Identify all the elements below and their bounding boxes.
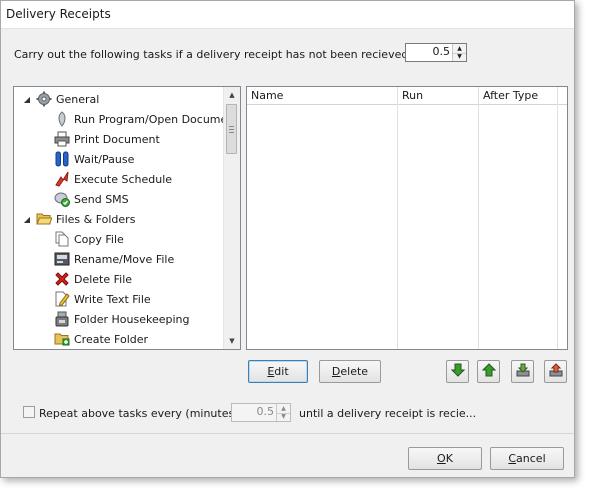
tree-item-label: Run Program/Open Document [74, 112, 239, 126]
ok-button[interactable]: OK [408, 447, 482, 470]
delete-mnemonic: D [331, 365, 341, 378]
scroll-thumb[interactable] [226, 104, 237, 154]
tree-item-label: Write Text File [74, 292, 151, 306]
dialog-footer [1, 434, 574, 477]
tree-item-copy-file[interactable]: Copy File [54, 229, 124, 249]
tree-group-label: General [56, 92, 100, 106]
edit-button[interactable]: Edit [248, 360, 308, 383]
scroll-down-arrow-icon[interactable]: ▼ [224, 334, 240, 348]
grid-header: Name Run After Type [247, 87, 567, 105]
tree-item-wait-pause[interactable]: Wait/Pause [54, 149, 134, 169]
copy-file-icon [54, 231, 70, 247]
tree-item-print-document[interactable]: Print Document [54, 129, 160, 149]
delete-button[interactable]: Delete [319, 360, 381, 383]
tree-item-send-sms[interactable]: Send SMS [54, 189, 129, 209]
task-grid[interactable]: Name Run After Type [246, 86, 568, 350]
schedule-icon [54, 171, 70, 187]
repeat-suffix-label: until a delivery receipt is recie... [299, 407, 477, 420]
tree-item-label: Send SMS [74, 192, 129, 206]
ok-label: K [445, 452, 453, 465]
edit-mnemonic: E [267, 365, 275, 378]
tree-item-label: Wait/Pause [74, 152, 135, 166]
tree-group-label: Files & Folders [56, 212, 136, 226]
delivery-receipts-dialog: Delivery Receipts Carry out the followin… [0, 0, 575, 478]
column-header-name[interactable]: Name [247, 87, 397, 104]
scroll-up-arrow-icon[interactable]: ▲ [224, 88, 240, 102]
cancel-button[interactable]: Cancel [490, 447, 564, 470]
tree-item-rename-move-file[interactable]: Rename/Move File [54, 249, 174, 269]
tree-item-label: Print Document [74, 132, 160, 146]
export-button[interactable] [544, 360, 567, 383]
cancel-label: ancel [516, 452, 546, 465]
tree-item-label: Copy File [74, 232, 124, 246]
repeat-label: Repeat above tasks every (minutes) [39, 407, 239, 420]
spinner-buttons: ▲ ▼ [276, 404, 290, 421]
dialog-title: Delivery Receipts [6, 7, 111, 21]
import-icon [516, 363, 530, 380]
column-header-after-type[interactable]: After Type [479, 87, 557, 104]
spinner-buttons: ▲ ▼ [452, 44, 466, 61]
pause-icon [54, 151, 70, 167]
collapse-arrow-icon[interactable]: ◢ [22, 215, 32, 224]
tree-item-execute-schedule[interactable]: Execute Schedule [54, 169, 172, 189]
collapse-arrow-icon[interactable]: ◢ [22, 95, 32, 104]
folder-open-icon [36, 211, 52, 227]
tree-item-folder-housekeeping[interactable]: Folder Housekeeping [54, 309, 189, 329]
arrow-down-icon [450, 363, 465, 380]
repeat-checkbox[interactable] [23, 406, 35, 418]
tree-item-label: Folder Housekeeping [74, 312, 190, 326]
ok-mnemonic: O [437, 452, 446, 465]
export-icon [549, 363, 563, 380]
task-tree[interactable]: ◢ General Run Program/Open Document Prin… [13, 86, 241, 350]
receipt-timeout-value[interactable]: 0.5 [433, 45, 451, 58]
delete-icon [54, 271, 70, 287]
repeat-interval-spinner[interactable]: 0.5 ▲ ▼ [231, 403, 291, 422]
housekeeping-icon [54, 311, 70, 327]
program-icon [54, 111, 70, 127]
tree-group-files-folders[interactable]: ◢ Files & Folders [22, 209, 136, 229]
create-folder-icon [54, 331, 70, 347]
spinner-down-button[interactable]: ▼ [453, 53, 466, 62]
tree-item-label: Execute Schedule [74, 172, 173, 186]
tree-item-label: Rename/Move File [74, 252, 175, 266]
arrow-up-icon [481, 363, 496, 380]
delete-label: elete [340, 365, 369, 378]
import-button[interactable] [511, 360, 534, 383]
title-bar: Delivery Receipts [1, 1, 574, 29]
tree-group-general[interactable]: ◢ General [22, 89, 99, 109]
receipt-timeout-label: Carry out the following tasks if a deliv… [14, 48, 461, 61]
spinner-down-button[interactable]: ▼ [277, 413, 290, 422]
tree-item-write-text-file[interactable]: Write Text File [54, 289, 151, 309]
move-up-button[interactable] [477, 360, 500, 383]
edit-label: dit [274, 365, 289, 378]
receipt-timeout-spinner[interactable]: 0.5 ▲ ▼ [405, 43, 467, 62]
tree-item-run-program[interactable]: Run Program/Open Document [54, 109, 239, 129]
rename-file-icon [54, 251, 70, 267]
cancel-mnemonic: C [508, 452, 517, 465]
gear-icon [36, 91, 52, 107]
tree-item-delete-file[interactable]: Delete File [54, 269, 132, 289]
write-text-icon [54, 291, 70, 307]
column-divider [478, 87, 479, 349]
repeat-interval-value[interactable]: 0.5 [257, 405, 275, 418]
printer-icon [54, 131, 70, 147]
tree-item-label: Delete File [74, 272, 133, 286]
tree-item-label: Create Folder [74, 332, 149, 346]
column-divider [397, 87, 398, 349]
sms-icon [54, 191, 70, 207]
tree-scrollbar[interactable]: ▲ ▼ [223, 87, 240, 349]
move-down-button[interactable] [446, 360, 469, 383]
tree-item-create-folder[interactable]: Create Folder [54, 329, 148, 349]
column-header-run[interactable]: Run [398, 87, 478, 104]
column-divider [557, 87, 558, 349]
